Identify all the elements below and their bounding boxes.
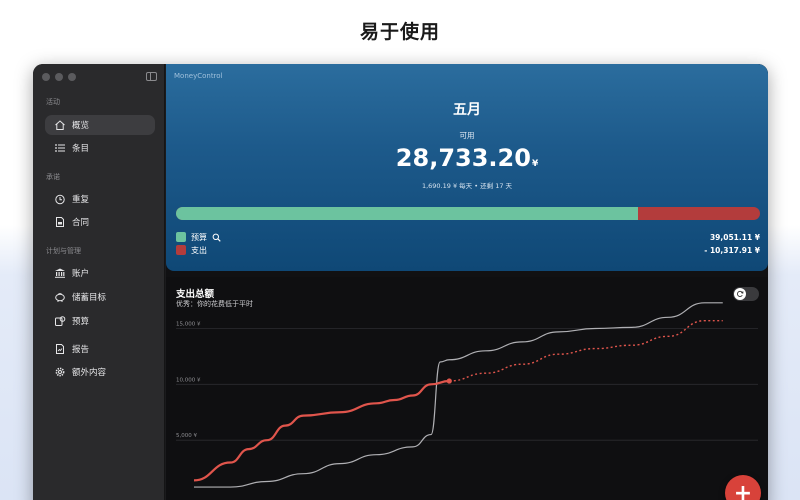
y-tick-label: 5,000 ¥ <box>176 433 197 439</box>
month-title: 五月 <box>453 102 481 118</box>
refresh-icon <box>734 288 746 300</box>
sidebar-item-label: 合同 <box>72 218 90 228</box>
sidebar-item-label: 概览 <box>72 121 90 131</box>
sidebar-item-label: 条目 <box>72 144 90 154</box>
current-spending-line <box>193 379 450 482</box>
section-label-activity: 活动 <box>46 98 60 106</box>
window-controls <box>42 73 76 81</box>
sidebar-item-contracts[interactable]: 合同 <box>45 212 155 232</box>
bank-icon <box>54 267 66 279</box>
sidebar-item-accounts[interactable]: 账户 <box>45 263 155 283</box>
house-icon <box>54 119 66 131</box>
available-amount: 28,733.20¥ <box>166 144 768 172</box>
recurring-icon <box>54 193 66 205</box>
expense-legend-row[interactable]: 支出 - 10,317.91 ¥ <box>176 244 760 256</box>
sidebar-item-reports[interactable]: 报告 <box>45 339 155 359</box>
sidebar-item-savings-goals[interactable]: 储蓄目标 <box>45 287 155 307</box>
sidebar-item-label: 储蓄目标 <box>72 293 107 303</box>
piggy-bank-icon <box>54 291 66 303</box>
month-summary-card: MoneyControl 五月 可用 28,733.20¥ 1,690.19 ¥… <box>166 64 768 271</box>
sidebar-item-label: 重复 <box>72 195 90 205</box>
expense-label: 支出 <box>191 245 207 255</box>
budget-swatch <box>176 232 186 242</box>
sidebar: 活动 概览 条目 承诺 重复 合同 计划与管理 账户 储蓄目标 预算 报告 额外… <box>33 64 165 500</box>
close-window-button[interactable] <box>42 73 50 81</box>
expense-value: - 10,317.91 ¥ <box>704 245 760 255</box>
sidebar-item-budgets[interactable]: 预算 <box>45 311 155 331</box>
chart-title: 支出总额 <box>176 289 215 300</box>
contract-icon <box>54 216 66 228</box>
chart-subtitle: 优秀：你的花费低于平时 <box>176 300 253 308</box>
report-icon <box>54 343 66 355</box>
today-marker <box>446 378 452 384</box>
budget-legend-row[interactable]: 预算 39,051.11 ¥ <box>176 231 760 243</box>
budget-progress-bar <box>176 207 760 220</box>
section-label-commitments: 承诺 <box>46 173 60 181</box>
sidebar-item-label: 账户 <box>72 269 90 279</box>
sidebar-item-extras[interactable]: 额外内容 <box>45 362 155 382</box>
section-label-planning: 计划与管理 <box>46 247 81 255</box>
expense-swatch <box>176 245 186 255</box>
minimize-window-button[interactable] <box>55 73 63 81</box>
sidebar-item-label: 报告 <box>72 345 90 355</box>
sidebar-item-entries[interactable]: 条目 <box>45 138 155 158</box>
gear-icon <box>54 366 66 378</box>
available-amount-value: 28,733.20 <box>395 144 531 172</box>
spending-chart: 15,000 ¥ 10,000 ¥ 5,000 ¥ <box>176 302 758 488</box>
zoom-window-button[interactable] <box>68 73 76 81</box>
sidebar-item-label: 额外内容 <box>72 368 107 378</box>
budget-label: 预算 <box>191 232 207 242</box>
budget-value: 39,051.11 ¥ <box>709 232 760 242</box>
sidebar-item-recurring[interactable]: 重复 <box>45 189 155 209</box>
daily-allowance-text: 1,690.19 ¥ 每天 • 还剩 17 天 <box>421 182 513 190</box>
sidebar-item-label: 预算 <box>72 317 90 327</box>
spending-chart-card: 15,000 ¥ 10,000 ¥ 5,000 ¥ 支出总额 优秀：你的花费低于平时… <box>166 277 768 500</box>
compare-toggle[interactable] <box>733 287 759 301</box>
currency-symbol: ¥ <box>531 159 539 169</box>
app-title: MoneyControl <box>174 72 223 80</box>
main-content: MoneyControl 五月 可用 28,733.20¥ 1,690.19 ¥… <box>166 64 768 500</box>
list-icon <box>54 142 66 154</box>
sidebar-toggle-icon[interactable] <box>146 72 157 81</box>
available-label: 可用 <box>459 131 475 140</box>
app-window: 活动 概览 条目 承诺 重复 合同 计划与管理 账户 储蓄目标 预算 报告 额外… <box>33 64 768 500</box>
typical-spending-line <box>193 302 723 488</box>
budget-icon <box>54 315 66 327</box>
headline: 易于使用 <box>359 21 440 43</box>
budget-progress-fill <box>176 207 638 220</box>
sidebar-item-overview[interactable]: 概览 <box>45 115 155 135</box>
y-tick-label: 15,000 ¥ <box>176 322 201 328</box>
y-tick-label: 10,000 ¥ <box>176 377 201 383</box>
search-icon[interactable] <box>212 233 221 242</box>
